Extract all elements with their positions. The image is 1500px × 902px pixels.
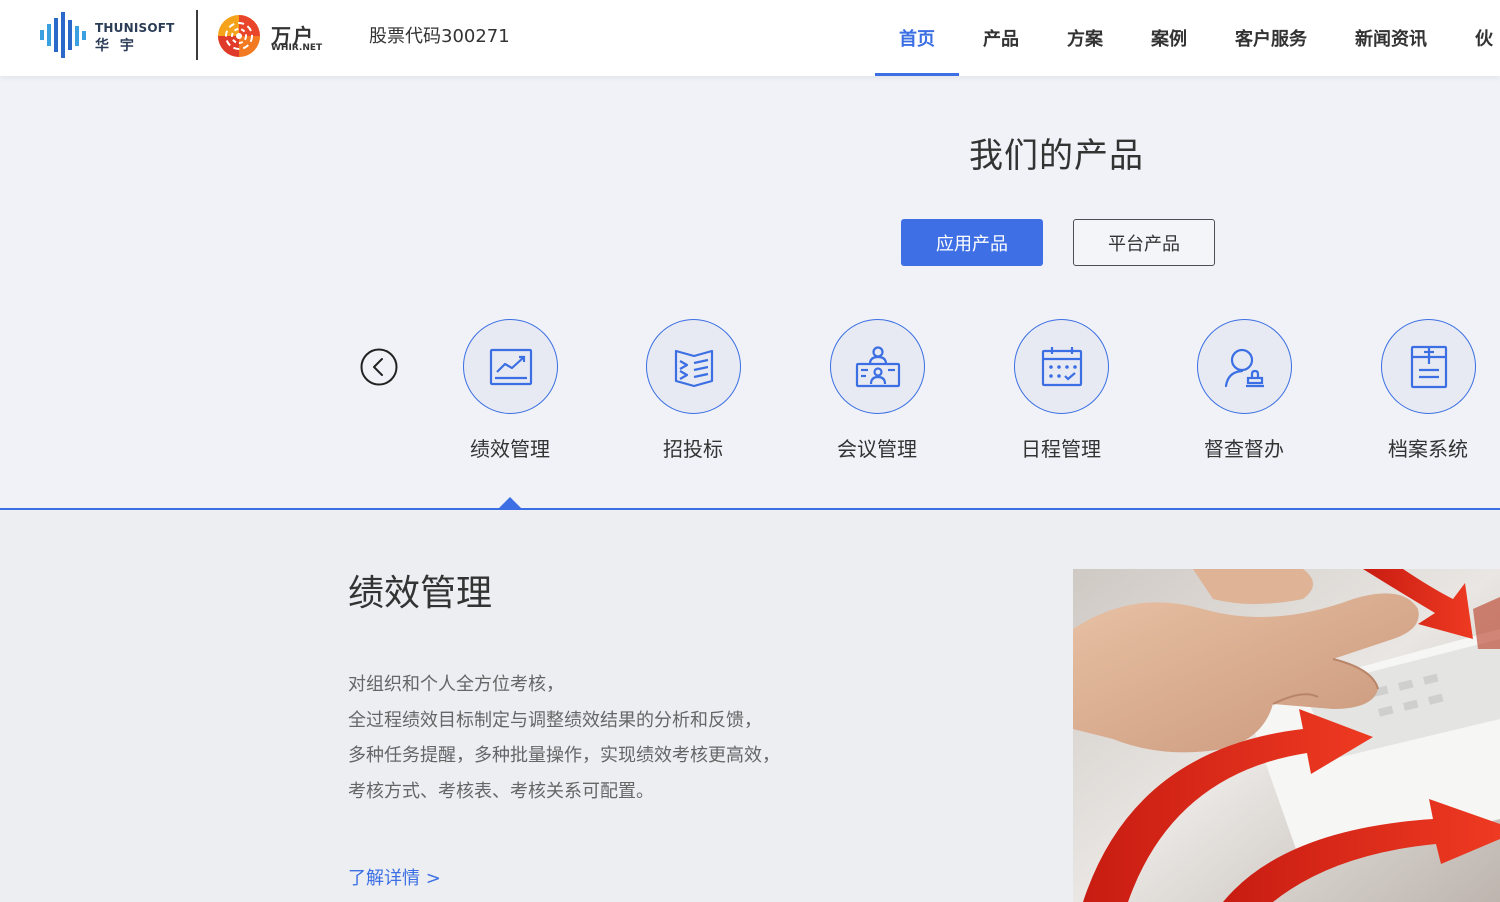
detail-line: 全过程绩效目标制定与调整绩效结果的分析和反馈， <box>348 709 762 731</box>
chart-icon <box>489 348 533 386</box>
meeting-icon <box>855 346 901 388</box>
logo-divider <box>196 10 198 60</box>
calendar-icon <box>1041 347 1083 387</box>
nav-products[interactable]: 产品 <box>959 0 1043 76</box>
section-title: 我们的产品 <box>969 136 1144 176</box>
product-circle <box>1014 319 1109 414</box>
product-label: 招投标 <box>663 437 723 461</box>
hand-arrows-illustration <box>1073 569 1500 902</box>
product-circle <box>646 319 741 414</box>
detail-line: 对组织和个人全方位考核， <box>348 674 564 695</box>
product-supervision[interactable]: 督查督办 <box>1174 319 1314 464</box>
product-circle <box>1197 319 1292 414</box>
product-label: 日程管理 <box>1021 437 1101 461</box>
swirl-icon <box>218 15 260 57</box>
nav-solutions[interactable]: 方案 <box>1043 0 1127 76</box>
archive-icon <box>1410 345 1448 389</box>
chevron-left-icon <box>360 348 398 386</box>
book-icon <box>674 349 714 388</box>
logo-text-cn: 华 宇 <box>95 38 137 54</box>
nav-partners[interactable]: 伙 <box>1451 0 1500 76</box>
detail-title: 绩效管理 <box>348 573 493 614</box>
learn-more-link[interactable]: 了解详情 > <box>348 864 441 890</box>
main-nav: 首页 产品 方案 案例 客户服务 新闻资讯 伙 <box>875 0 1500 76</box>
detail-line: 考核方式、考核表、考核关系可配置。 <box>348 780 654 802</box>
product-circle <box>830 319 925 414</box>
product-label: 档案系统 <box>1388 437 1468 461</box>
nav-news[interactable]: 新闻资讯 <box>1331 0 1451 76</box>
nav-home[interactable]: 首页 <box>875 0 959 76</box>
product-performance[interactable]: 绩效管理 <box>440 319 580 464</box>
thunisoft-bars-icon <box>40 12 86 58</box>
user-stamp-icon <box>1224 348 1264 388</box>
performance-photo <box>1073 569 1500 902</box>
thunisoft-logo[interactable]: THUNISOFT 华 宇 <box>38 12 178 58</box>
detail-description: 对组织和个人全方位考核， 全过程绩效目标制定与调整绩效结果的分析和反馈， 多种任… <box>348 667 780 809</box>
product-label: 绩效管理 <box>470 437 550 461</box>
whir-text-en: WHIR.NET <box>271 43 323 53</box>
product-bidding[interactable]: 招投标 <box>623 319 763 464</box>
product-archive[interactable]: 档案系统 <box>1358 319 1498 464</box>
detail-line: 多种任务提醒，多种批量操作，实现绩效考核更高效， <box>348 745 780 766</box>
product-circle <box>1381 319 1476 414</box>
tab-platform-products[interactable]: 平台产品 <box>1073 219 1215 266</box>
tab-app-products[interactable]: 应用产品 <box>901 219 1043 266</box>
nav-cases[interactable]: 案例 <box>1127 0 1211 76</box>
whir-logo[interactable]: 万户 WHIR.NET <box>216 13 326 59</box>
logo-text-en: THUNISOFT <box>95 21 175 35</box>
product-schedule[interactable]: 日程管理 <box>991 319 1131 464</box>
prev-arrow-button[interactable] <box>360 348 398 386</box>
stock-code: 股票代码300271 <box>369 26 510 47</box>
nav-customer-service[interactable]: 客户服务 <box>1211 0 1331 76</box>
product-circle <box>463 319 558 414</box>
product-label: 督查督办 <box>1204 437 1284 461</box>
site-header: THUNISOFT 华 宇 万户 WHIR.NET 股票代码300271 首页 … <box>0 0 1500 76</box>
product-label: 会议管理 <box>837 437 917 461</box>
product-meeting[interactable]: 会议管理 <box>807 319 947 464</box>
